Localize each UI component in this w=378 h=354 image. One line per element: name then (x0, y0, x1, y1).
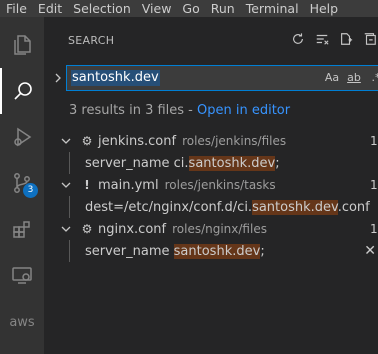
chevron-down-icon (61, 226, 71, 232)
chevron-down-icon (61, 182, 71, 188)
match-after: ; (275, 155, 280, 171)
result-file-row[interactable]: ⚙ nginx.conf roles/nginx/files 1 (44, 218, 378, 240)
match-after: ; (260, 243, 265, 259)
activity-bar: 3 aws (0, 17, 44, 354)
match-highlight: santoshk.dev (252, 199, 338, 215)
search-icon (14, 82, 32, 100)
result-file-path: roles/nginx/files (172, 221, 267, 236)
regex-toggle[interactable]: .* (367, 68, 378, 88)
aws-icon: aws (9, 314, 35, 330)
clear-results-icon[interactable] (314, 31, 330, 47)
result-count: 1 (370, 222, 378, 236)
menu-run[interactable]: Run (205, 0, 240, 17)
files-icon (14, 35, 31, 55)
extensions-button[interactable] (0, 206, 44, 252)
refresh-icon[interactable] (290, 31, 306, 47)
result-match-row[interactable]: server_name santoshk.dev; ✕ (44, 240, 378, 262)
result-match-row[interactable]: server_name ci.santoshk.dev; (44, 152, 378, 174)
menu-help[interactable]: Help (304, 0, 344, 17)
toggle-replace-chevron-icon[interactable] (52, 69, 64, 87)
new-search-editor-icon[interactable] (338, 31, 354, 47)
whole-word-toggle[interactable]: ab (345, 68, 363, 88)
sidebar-title: SEARCH (68, 34, 115, 47)
menu-edit[interactable]: Edit (32, 0, 67, 17)
results-summary: 3 results in 3 files - Open in editor (69, 103, 290, 118)
result-file-name: jenkins.conf (98, 133, 177, 149)
remote-explorer-icon (12, 267, 32, 284)
run-debug-button[interactable] (0, 114, 44, 160)
remote-explorer-button[interactable] (0, 252, 44, 298)
menu-go[interactable]: Go (176, 0, 204, 17)
search-input-value: santoshk.dev (71, 70, 160, 86)
search-input[interactable]: santoshk.dev Aa ab .* (66, 65, 378, 91)
exclamation-icon: ! (84, 178, 90, 192)
result-file-path: roles/jenkins/tasks (164, 177, 276, 192)
search-options: Aa ab .* (323, 68, 378, 88)
menu-view[interactable]: View (136, 0, 177, 17)
gear-icon: ⚙ (81, 222, 93, 236)
menu-terminal[interactable]: Terminal (240, 0, 304, 17)
match-case-toggle[interactable]: Aa (323, 68, 341, 88)
match-before: dest=/etc/nginx/conf.d/ci. (85, 199, 253, 215)
match-before: server_name ci. (85, 155, 189, 171)
run-debug-icon (14, 127, 32, 147)
menu-file[interactable]: File (0, 0, 32, 17)
gear-icon: ⚙ (81, 134, 93, 148)
chevron-down-icon (61, 138, 71, 144)
search-sidebar: SEARCH santoshk.dev Aa ab .* 3 results i… (44, 17, 378, 354)
collapse-all-icon[interactable] (362, 31, 378, 47)
result-file-path: roles/jenkins/files (182, 133, 287, 148)
result-file-row[interactable]: ! main.yml roles/jenkins/tasks 1 (44, 174, 378, 196)
match-highlight: santoshk.dev (188, 155, 276, 171)
scm-badge: 3 (23, 183, 38, 198)
menu-bar: File Edit Selection View Go Run Terminal… (0, 0, 378, 17)
result-file-row[interactable]: ⚙ jenkins.conf roles/jenkins/files 1 (44, 130, 378, 152)
result-count: 1 (370, 134, 378, 148)
title-actions (290, 29, 378, 49)
result-file-name: nginx.conf (98, 221, 167, 237)
result-file-name: main.yml (98, 177, 159, 193)
source-control-button[interactable]: 3 (0, 160, 44, 206)
result-count: 1 (370, 178, 378, 192)
match-highlight: santoshk.dev (173, 243, 261, 259)
extensions-icon (13, 221, 30, 238)
match-after: .conf (337, 199, 370, 215)
result-match-row[interactable]: dest=/etc/nginx/conf.d/ci.santoshk.dev.c… (44, 196, 378, 218)
aws-toolkit-button[interactable]: aws (0, 307, 44, 337)
search-view-button[interactable] (0, 68, 44, 114)
results-count-text: 3 results in 3 files - (69, 103, 198, 118)
match-before: server_name (85, 243, 174, 259)
dismiss-result-icon[interactable]: ✕ (364, 243, 376, 259)
menu-selection[interactable]: Selection (67, 0, 136, 17)
open-in-editor-link[interactable]: Open in editor (197, 103, 290, 118)
explorer-button[interactable] (0, 22, 44, 68)
